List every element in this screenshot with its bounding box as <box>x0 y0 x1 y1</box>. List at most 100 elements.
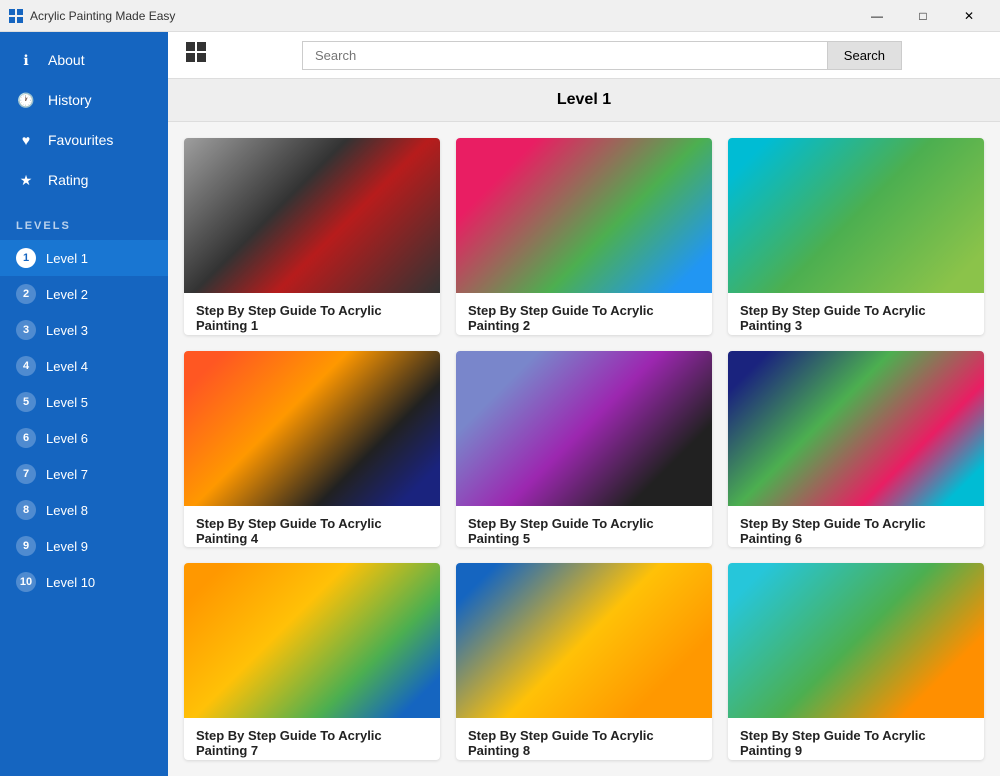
card-title-5: Step By Step Guide To Acrylic Painting 5 <box>468 516 700 546</box>
card-body-8: Step By Step Guide To Acrylic Painting 8… <box>456 718 712 760</box>
sidebar-item-about[interactable]: ℹ About <box>0 40 168 80</box>
search-container: Search <box>302 41 902 70</box>
history-icon: 🕐 <box>16 90 36 110</box>
card-2[interactable]: Step By Step Guide To Acrylic Painting 2… <box>456 138 712 335</box>
sidebar-rating-label: Rating <box>48 172 88 188</box>
card-title-4: Step By Step Guide To Acrylic Painting 4 <box>196 516 428 546</box>
level-number-10: 10 <box>16 572 36 592</box>
close-button[interactable]: ✕ <box>946 0 992 32</box>
sidebar-level-item-10[interactable]: 10 Level 10 <box>0 564 168 600</box>
card-body-7: Step By Step Guide To Acrylic Painting 7… <box>184 718 440 760</box>
level-number-6: 6 <box>16 428 36 448</box>
level-number-5: 5 <box>16 392 36 412</box>
title-bar: Acrylic Painting Made Easy — □ ✕ <box>0 0 1000 32</box>
card-body-6: Step By Step Guide To Acrylic Painting 6… <box>728 506 984 548</box>
sidebar-level-item-2[interactable]: 2 Level 2 <box>0 276 168 312</box>
sidebar-level-item-3[interactable]: 3 Level 3 <box>0 312 168 348</box>
card-image-8 <box>456 563 712 718</box>
sidebar-history-label: History <box>48 92 92 108</box>
level-number-4: 4 <box>16 356 36 376</box>
star-nav-icon: ★ <box>16 170 36 190</box>
maximize-button[interactable]: □ <box>900 0 946 32</box>
card-5[interactable]: Step By Step Guide To Acrylic Painting 5… <box>456 351 712 548</box>
card-4[interactable]: Step By Step Guide To Acrylic Painting 4… <box>184 351 440 548</box>
card-3[interactable]: Step By Step Guide To Acrylic Painting 3… <box>728 138 984 335</box>
levels-list: 1 Level 1 2 Level 2 3 Level 3 4 Level 4 … <box>0 240 168 600</box>
level-label-10: Level 10 <box>46 575 95 590</box>
card-image-9 <box>728 563 984 718</box>
sidebar-level-item-7[interactable]: 7 Level 7 <box>0 456 168 492</box>
sidebar-level-item-4[interactable]: 4 Level 4 <box>0 348 168 384</box>
title-bar-left: Acrylic Painting Made Easy <box>8 8 175 24</box>
card-body-3: Step By Step Guide To Acrylic Painting 3… <box>728 293 984 335</box>
content-grid: Step By Step Guide To Acrylic Painting 1… <box>168 122 1000 776</box>
sidebar-item-history[interactable]: 🕐 History <box>0 80 168 120</box>
level-number-8: 8 <box>16 500 36 520</box>
card-title-7: Step By Step Guide To Acrylic Painting 7 <box>196 728 428 758</box>
minimize-button[interactable]: — <box>854 0 900 32</box>
level-label-9: Level 9 <box>46 539 88 554</box>
card-1[interactable]: Step By Step Guide To Acrylic Painting 1… <box>184 138 440 335</box>
window-controls: — □ ✕ <box>854 0 992 32</box>
card-image-5 <box>456 351 712 506</box>
card-image-4 <box>184 351 440 506</box>
card-title-2: Step By Step Guide To Acrylic Painting 2 <box>468 303 700 333</box>
level-label-5: Level 5 <box>46 395 88 410</box>
level-label-4: Level 4 <box>46 359 88 374</box>
card-image-1 <box>184 138 440 293</box>
card-image-2 <box>456 138 712 293</box>
card-6[interactable]: Step By Step Guide To Acrylic Painting 6… <box>728 351 984 548</box>
heart-nav-icon: ♥ <box>16 130 36 150</box>
level-number-3: 3 <box>16 320 36 340</box>
sidebar-level-item-8[interactable]: 8 Level 8 <box>0 492 168 528</box>
card-title-8: Step By Step Guide To Acrylic Painting 8 <box>468 728 700 758</box>
card-body-5: Step By Step Guide To Acrylic Painting 5… <box>456 506 712 548</box>
level-label-7: Level 7 <box>46 467 88 482</box>
card-title-9: Step By Step Guide To Acrylic Painting 9 <box>740 728 972 758</box>
sidebar: ℹ About 🕐 History ♥ Favourites ★ Rating … <box>0 32 168 776</box>
card-image-7 <box>184 563 440 718</box>
sidebar-level-item-1[interactable]: 1 Level 1 <box>0 240 168 276</box>
sidebar-nav: ℹ About 🕐 History ♥ Favourites ★ Rating <box>0 32 168 208</box>
sidebar-level-item-6[interactable]: 6 Level 6 <box>0 420 168 456</box>
card-title-6: Step By Step Guide To Acrylic Painting 6 <box>740 516 972 546</box>
card-title-1: Step By Step Guide To Acrylic Painting 1 <box>196 303 428 333</box>
level-number-7: 7 <box>16 464 36 484</box>
level-label-3: Level 3 <box>46 323 88 338</box>
card-body-1: Step By Step Guide To Acrylic Painting 1… <box>184 293 440 335</box>
card-8[interactable]: Step By Step Guide To Acrylic Painting 8… <box>456 563 712 760</box>
page-heading: Level 1 <box>168 79 1000 122</box>
app-icon <box>8 8 24 24</box>
sidebar-item-rating[interactable]: ★ Rating <box>0 160 168 200</box>
sidebar-level-item-9[interactable]: 9 Level 9 <box>0 528 168 564</box>
level-number-9: 9 <box>16 536 36 556</box>
level-number-2: 2 <box>16 284 36 304</box>
level-number-1: 1 <box>16 248 36 268</box>
main-content: Search Level 1 Step By Step Guide To Acr… <box>168 32 1000 776</box>
level-label-6: Level 6 <box>46 431 88 446</box>
card-7[interactable]: Step By Step Guide To Acrylic Painting 7… <box>184 563 440 760</box>
toolbar: Search <box>168 32 1000 79</box>
card-image-6 <box>728 351 984 506</box>
sidebar-favourites-label: Favourites <box>48 132 113 148</box>
info-icon: ℹ <box>16 50 36 70</box>
level-label-1: Level 1 <box>46 251 88 266</box>
levels-section-label: LEVELS <box>0 208 168 240</box>
app-title: Acrylic Painting Made Easy <box>30 9 175 23</box>
search-input[interactable] <box>302 41 827 70</box>
toolbar-logo <box>184 40 208 70</box>
card-body-9: Step By Step Guide To Acrylic Painting 9… <box>728 718 984 760</box>
app-container: ℹ About 🕐 History ♥ Favourites ★ Rating … <box>0 32 1000 776</box>
level-label-2: Level 2 <box>46 287 88 302</box>
sidebar-item-favourites[interactable]: ♥ Favourites <box>0 120 168 160</box>
card-image-3 <box>728 138 984 293</box>
card-title-3: Step By Step Guide To Acrylic Painting 3 <box>740 303 972 333</box>
level-label-8: Level 8 <box>46 503 88 518</box>
card-body-2: Step By Step Guide To Acrylic Painting 2… <box>456 293 712 335</box>
search-button[interactable]: Search <box>827 41 902 70</box>
card-body-4: Step By Step Guide To Acrylic Painting 4… <box>184 506 440 548</box>
grid-logo-icon <box>184 40 208 64</box>
sidebar-level-item-5[interactable]: 5 Level 5 <box>0 384 168 420</box>
card-9[interactable]: Step By Step Guide To Acrylic Painting 9… <box>728 563 984 760</box>
sidebar-about-label: About <box>48 52 85 68</box>
